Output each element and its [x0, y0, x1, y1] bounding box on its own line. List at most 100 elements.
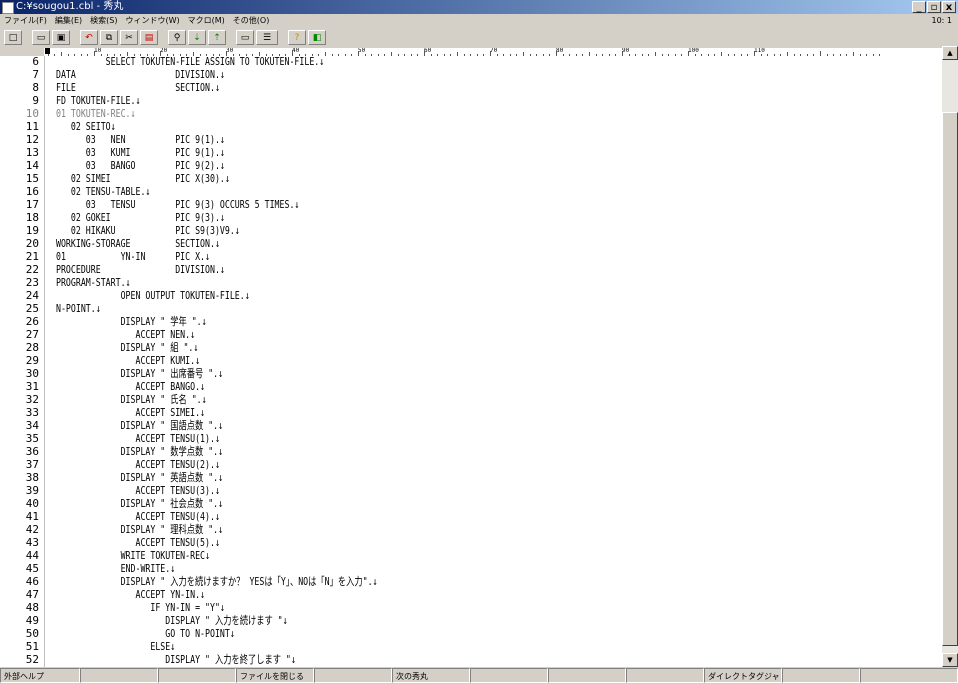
code-line[interactable]: 47 ACCEPT YN-IN.↓: [0, 589, 942, 600]
code-line[interactable]: 30 DISPLAY " 出席番号 ".↓: [0, 368, 942, 379]
code-line[interactable]: 17 03 TENSU PIC 9(3) OCCURS 5 TIMES.↓: [0, 199, 942, 210]
code-line[interactable]: 41 ACCEPT TENSU(4).↓: [0, 511, 942, 522]
save-icon[interactable]: ▣: [52, 30, 70, 45]
line-text: DISPLAY " 国語点数 ".↓: [56, 419, 224, 432]
function-key-1[interactable]: 外部ヘルプ: [0, 668, 80, 683]
new-file-icon[interactable]: □: [4, 30, 22, 45]
tag-jump-icon[interactable]: ◧: [308, 30, 326, 45]
code-line[interactable]: 27 ACCEPT NEN.↓: [0, 329, 942, 340]
code-line[interactable]: 12 03 NEN PIC 9(1).↓: [0, 134, 942, 145]
menu-file[interactable]: ファイル(F): [0, 14, 51, 28]
help-icon[interactable]: ?: [288, 30, 306, 45]
code-line[interactable]: 15 02 SIMEI PIC X(30).↓: [0, 173, 942, 184]
code-line[interactable]: 32 DISPLAY " 氏名 ".↓: [0, 394, 942, 405]
code-line[interactable]: 16 02 TENSU-TABLE.↓: [0, 186, 942, 197]
copy-icon[interactable]: ⧉: [100, 30, 118, 45]
code-line[interactable]: 7 DATA DIVISION.↓: [0, 69, 942, 80]
code-line[interactable]: 36 DISPLAY " 数学点数 ".↓: [0, 446, 942, 457]
function-key-8[interactable]: [548, 668, 626, 683]
scroll-up-icon[interactable]: ▲: [942, 46, 958, 60]
code-line[interactable]: 31 ACCEPT BANGO.↓: [0, 381, 942, 392]
function-key-3[interactable]: [158, 668, 236, 683]
code-line[interactable]: 21 01 YN-IN PIC X.↓: [0, 251, 942, 262]
vertical-scrollbar[interactable]: ▲ ▼: [942, 46, 958, 667]
code-line[interactable]: 39 ACCEPT TENSU(3).↓: [0, 485, 942, 496]
code-line[interactable]: 44 WRITE TOKUTEN-REC↓: [0, 550, 942, 561]
line-text: 02 SEITO↓: [56, 120, 116, 133]
code-line[interactable]: 25 N-POINT.↓: [0, 303, 942, 314]
line-number: 52: [25, 653, 39, 666]
close-button[interactable]: x: [942, 1, 956, 13]
line-text: FILE SECTION.↓: [56, 81, 220, 94]
code-line[interactable]: 6 SELECT TOKUTEN-FILE ASSIGN TO TOKUTEN-…: [0, 56, 942, 67]
line-number: 22: [25, 263, 39, 276]
menu-macro[interactable]: マクロ(M): [184, 14, 229, 28]
search-icon[interactable]: ⚲: [168, 30, 186, 45]
function-key-10[interactable]: ダイレクトタグジャンプ: [704, 668, 782, 683]
undo-icon[interactable]: ↶: [80, 30, 98, 45]
paste-icon[interactable]: ▤: [140, 30, 158, 45]
maximize-button[interactable]: ▫: [927, 1, 941, 13]
line-text: ELSE↓: [56, 640, 176, 653]
line-number: 37: [25, 458, 39, 471]
text-editor[interactable]: 6 SELECT TOKUTEN-FILE ASSIGN TO TOKUTEN-…: [0, 56, 942, 667]
code-line[interactable]: 13 03 KUMI PIC 9(1).↓: [0, 147, 942, 158]
menu-search[interactable]: 検索(S): [86, 14, 121, 28]
grep-icon[interactable]: ▭: [236, 30, 254, 45]
code-line[interactable]: 24 OPEN OUTPUT TOKUTEN-FILE.↓: [0, 290, 942, 301]
code-line[interactable]: 19 02 HIKAKU PIC S9(3)V9.↓: [0, 225, 942, 236]
code-line[interactable]: 34 DISPLAY " 国語点数 ".↓: [0, 420, 942, 431]
line-text: ACCEPT KUMI.↓: [56, 354, 201, 367]
function-key-5[interactable]: [314, 668, 392, 683]
code-line[interactable]: 52 DISPLAY " 入力を終了します "↓: [0, 654, 942, 665]
function-key-12[interactable]: [860, 668, 958, 683]
code-line[interactable]: 8 FILE SECTION.↓: [0, 82, 942, 93]
code-line[interactable]: 10 01 TOKUTEN-REC.↓: [0, 108, 942, 119]
line-text: 03 NEN PIC 9(1).↓: [56, 133, 225, 146]
minimize-button[interactable]: _: [912, 1, 926, 13]
code-line[interactable]: 20 WORKING-STORAGE SECTION.↓: [0, 238, 942, 249]
code-line[interactable]: 11 02 SEITO↓: [0, 121, 942, 132]
code-line[interactable]: 43 ACCEPT TENSU(5).↓: [0, 537, 942, 548]
open-folder-icon[interactable]: ▭: [32, 30, 50, 45]
code-line[interactable]: 45 END-WRITE.↓: [0, 563, 942, 574]
function-key-4[interactable]: ファイルを閉じる: [236, 668, 314, 683]
code-line[interactable]: 38 DISPLAY " 英語点数 ".↓: [0, 472, 942, 483]
line-text: DISPLAY " 氏名 ".↓: [56, 393, 207, 406]
search-up-icon[interactable]: ⇡: [208, 30, 226, 45]
line-text: 02 TENSU-TABLE.↓: [56, 185, 151, 198]
menu-other[interactable]: その他(O): [229, 14, 274, 28]
line-text: DISPLAY " 組 ".↓: [56, 341, 199, 354]
scroll-down-icon[interactable]: ▼: [942, 653, 958, 667]
code-line[interactable]: 9 FD TOKUTEN-FILE.↓: [0, 95, 942, 106]
scroll-thumb[interactable]: [942, 112, 958, 646]
code-line[interactable]: 35 ACCEPT TENSU(1).↓: [0, 433, 942, 444]
function-key-7[interactable]: [470, 668, 548, 683]
code-line[interactable]: 40 DISPLAY " 社会点数 ".↓: [0, 498, 942, 509]
line-text: PROCEDURE DIVISION.↓: [56, 263, 225, 276]
code-line[interactable]: 23 PROGRAM-START.↓: [0, 277, 942, 288]
function-key-11[interactable]: [782, 668, 860, 683]
menu-window[interactable]: ウィンドウ(W): [121, 14, 183, 28]
menu-edit[interactable]: 編集(E): [51, 14, 86, 28]
cut-icon[interactable]: ✂: [120, 30, 138, 45]
code-line[interactable]: 51 ELSE↓: [0, 641, 942, 652]
code-line[interactable]: 48 IF YN-IN = "Y"↓: [0, 602, 942, 613]
search-down-icon[interactable]: ⇣: [188, 30, 206, 45]
code-line[interactable]: 22 PROCEDURE DIVISION.↓: [0, 264, 942, 275]
code-line[interactable]: 33 ACCEPT SIMEI.↓: [0, 407, 942, 418]
code-line[interactable]: 28 DISPLAY " 組 ".↓: [0, 342, 942, 353]
code-line[interactable]: 26 DISPLAY " 学年 ".↓: [0, 316, 942, 327]
split-window-icon[interactable]: ☰: [256, 30, 278, 45]
code-line[interactable]: 29 ACCEPT KUMI.↓: [0, 355, 942, 366]
code-line[interactable]: 18 02 GOKEI PIC 9(3).↓: [0, 212, 942, 223]
code-line[interactable]: 50 GO TO N-POINT↓: [0, 628, 942, 639]
code-line[interactable]: 42 DISPLAY " 理科点数 ".↓: [0, 524, 942, 535]
code-line[interactable]: 14 03 BANGO PIC 9(2).↓: [0, 160, 942, 171]
code-line[interactable]: 46 DISPLAY " 入力を続けますか？ YESは「Y」、NOは「N」を入力…: [0, 576, 942, 587]
function-key-9[interactable]: [626, 668, 704, 683]
code-line[interactable]: 49 DISPLAY " 入力を続けます "↓: [0, 615, 942, 626]
function-key-2[interactable]: [80, 668, 158, 683]
function-key-6[interactable]: 次の秀丸: [392, 668, 470, 683]
code-line[interactable]: 37 ACCEPT TENSU(2).↓: [0, 459, 942, 470]
